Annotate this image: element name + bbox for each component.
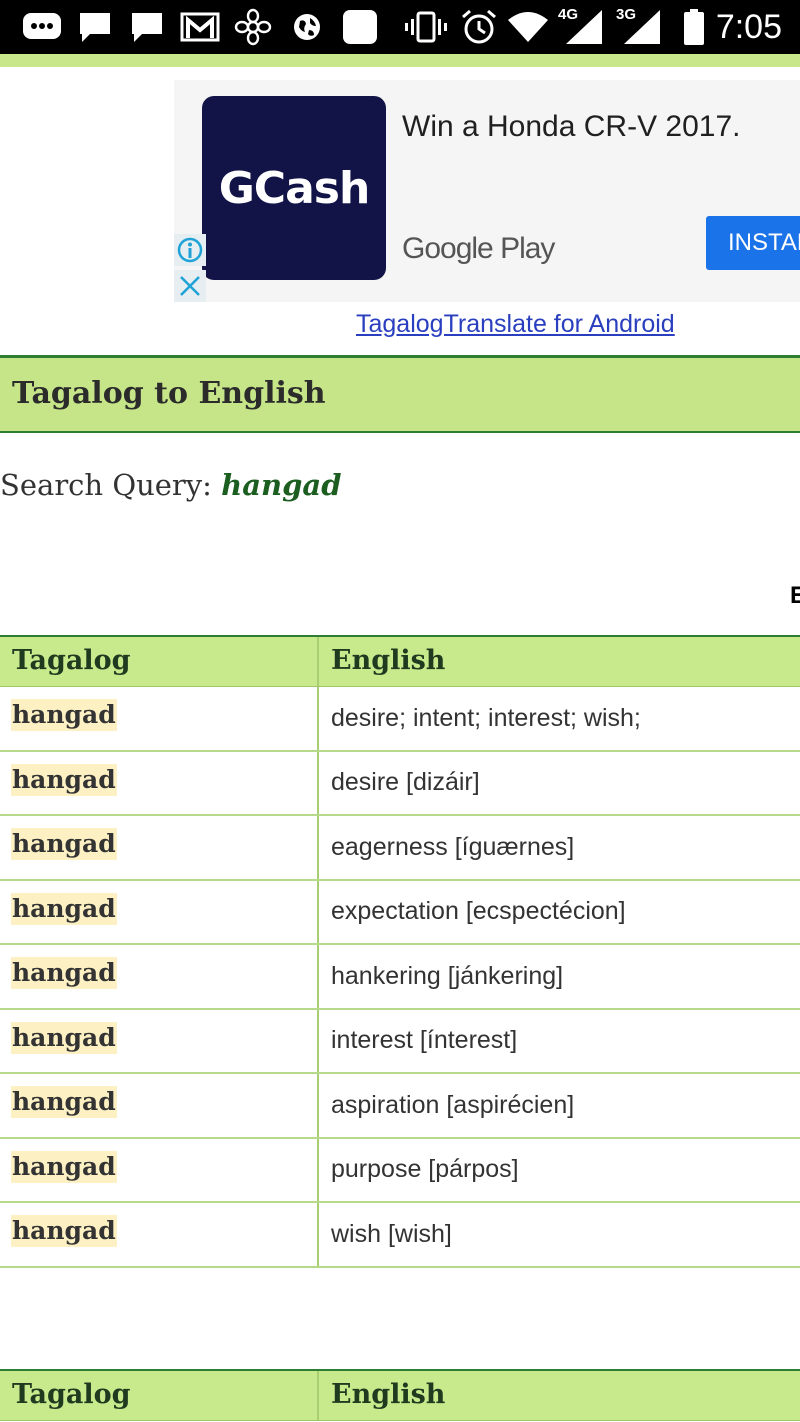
truncated-text: E (790, 582, 800, 609)
table-row: hangad desire [dizáir] (0, 751, 800, 816)
tagalog-word[interactable]: hangad (11, 763, 117, 796)
signal-4g-icon (562, 8, 604, 46)
signal-3g-icon (620, 8, 662, 46)
tagalog-word[interactable]: hangad (11, 1215, 117, 1247)
ad-info-icon[interactable] (174, 234, 206, 266)
table-row: hangad desire; intent; interest; wish; (0, 687, 800, 752)
ad-store-label: Google Play (402, 232, 555, 265)
ad-install-button[interactable]: INSTALL (706, 216, 800, 270)
table-header-2: Tagalog English (0, 1369, 800, 1421)
search-query: Search Query: hangad (0, 468, 341, 502)
table-row: hangad expectation [ecspectécion] (0, 880, 800, 945)
english-translation: interest [ínterest] (331, 1026, 518, 1055)
section-header: Tagalog to English (0, 355, 800, 433)
tagalog-word[interactable]: hangad (11, 1086, 117, 1118)
message-icon-2 (130, 8, 164, 46)
status-bar: 4G 3G 7:05 (0, 0, 800, 54)
english-translation: desire; intent; interest; wish; (331, 703, 641, 732)
alarm-icon (460, 8, 498, 46)
english-translation: desire [dizáir] (331, 768, 480, 797)
ad-close-icon[interactable] (174, 270, 206, 302)
english-translation: purpose [párpos] (331, 1155, 519, 1184)
ad-title[interactable]: Win a Honda CR-V 2017. (402, 110, 741, 144)
english-translation: aspiration [aspirécien] (331, 1090, 575, 1119)
results-table-2: Tagalog English (0, 1369, 800, 1421)
tagalog-word[interactable]: hangad (11, 957, 117, 989)
table-row: hangad hankering [jánkering] (0, 945, 800, 1010)
results-table: Tagalog English hangad desire; intent; i… (0, 635, 800, 1268)
english-translation: eagerness [íguærnes] (331, 832, 575, 861)
status-time: 7:05 (715, 8, 782, 46)
ad-banner[interactable]: GCash Win a Honda CR-V 2017. Google Play… (174, 80, 800, 302)
table-row: hangad purpose [párpos] (0, 1138, 800, 1203)
column-header-tagalog: Tagalog (0, 637, 319, 686)
english-translation: expectation [ecspectécion] (331, 897, 626, 926)
wifi-icon (506, 8, 550, 46)
blank-app-icon (340, 8, 380, 46)
app-download-link[interactable]: TagalogTranslate for Android (356, 310, 675, 339)
tagalog-word[interactable]: hangad (11, 699, 117, 731)
search-query-label: Search Query: (0, 468, 222, 502)
table-row: hangad aspiration [aspirécien] (0, 1074, 800, 1139)
more-notifications-icon (22, 8, 62, 46)
table-row: hangad wish [wish] (0, 1203, 800, 1268)
search-query-term: hangad (221, 468, 342, 502)
english-translation: wish [wish] (331, 1219, 452, 1248)
section-title: Tagalog to English (12, 376, 326, 411)
gmail-icon (180, 8, 220, 46)
english-translation: hankering [jánkering] (331, 961, 564, 990)
message-icon (78, 8, 112, 46)
battery-icon (682, 8, 706, 46)
ad-logo[interactable]: GCash (202, 96, 386, 280)
globe-icon (292, 8, 322, 46)
tagalog-word[interactable]: hangad (11, 1150, 117, 1183)
vibrate-icon (404, 8, 448, 46)
table-row: hangad interest [ínterest] (0, 1009, 800, 1074)
top-banner-strip (0, 54, 800, 67)
column-header-tagalog-2: Tagalog (0, 1371, 319, 1420)
column-header-english-2: English (331, 1379, 446, 1410)
table-row: hangad eagerness [íguærnes] (0, 816, 800, 881)
tagalog-word[interactable]: hangad (11, 892, 117, 925)
column-header-english: English (331, 645, 446, 676)
tagalog-word[interactable]: hangad (11, 1021, 117, 1054)
table-header: Tagalog English (0, 635, 800, 687)
settings-flower-icon (234, 8, 272, 46)
tagalog-word[interactable]: hangad (11, 828, 117, 860)
